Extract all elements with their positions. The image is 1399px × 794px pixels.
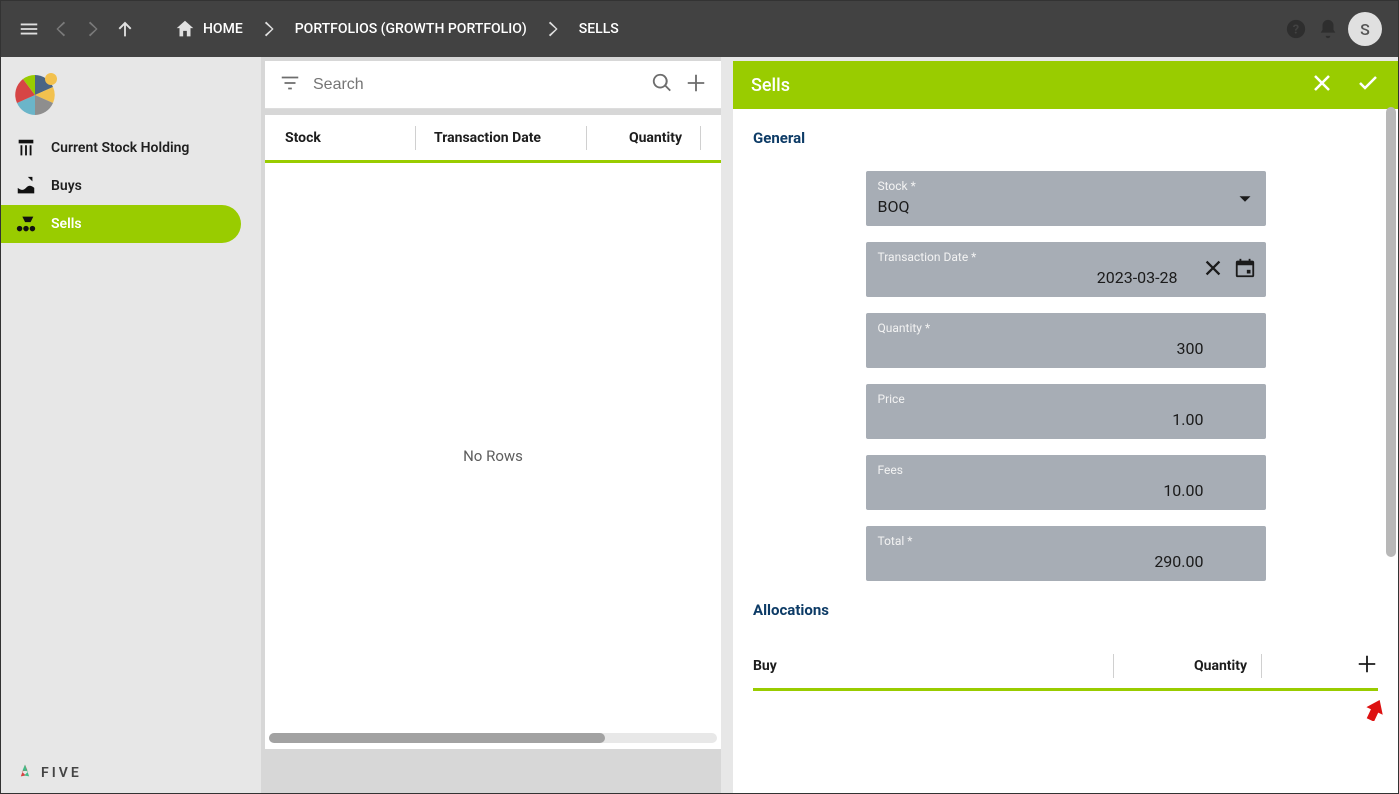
holding-icon bbox=[15, 137, 37, 159]
list-header: Stock Transaction Date Quantity bbox=[265, 115, 721, 163]
breadcrumb-sells[interactable]: SELLS bbox=[573, 21, 625, 37]
sidebar-item-buys[interactable]: Buys bbox=[1, 167, 261, 205]
detail-title: Sells bbox=[751, 75, 790, 96]
allocations-header: Buy Quantity bbox=[753, 643, 1378, 691]
section-allocations: Allocations bbox=[753, 601, 1378, 619]
sidebar-item-current-stock[interactable]: Current Stock Holding bbox=[1, 129, 261, 167]
bell-icon[interactable] bbox=[1316, 17, 1340, 41]
home-icon bbox=[173, 17, 197, 41]
calendar-icon[interactable] bbox=[1234, 257, 1256, 283]
add-icon[interactable] bbox=[685, 72, 707, 98]
field-total[interactable]: Total * 290.00 bbox=[866, 526, 1266, 581]
clear-date-icon[interactable] bbox=[1202, 257, 1224, 283]
avatar[interactable]: S bbox=[1348, 12, 1382, 46]
list-footer bbox=[265, 749, 721, 793]
breadcrumb-home[interactable]: HOME bbox=[167, 17, 249, 41]
detail-header: Sells bbox=[733, 61, 1398, 109]
field-quantity[interactable]: Quantity * 300 bbox=[866, 313, 1266, 368]
chevron-right-icon bbox=[257, 17, 281, 41]
search-bar bbox=[265, 61, 721, 109]
col-stock[interactable]: Stock bbox=[285, 130, 415, 146]
up-icon[interactable] bbox=[113, 17, 137, 41]
empty-text: No Rows bbox=[463, 447, 523, 465]
sidebar: Current Stock Holding Buys Sells FIVE bbox=[1, 57, 261, 793]
app-logo bbox=[1, 65, 261, 129]
field-stock[interactable]: Stock * BOQ bbox=[866, 171, 1266, 226]
alloc-col-qty[interactable]: Quantity bbox=[1194, 658, 1247, 674]
sidebar-item-sells[interactable]: Sells bbox=[1, 205, 241, 243]
chevron-right-icon bbox=[541, 17, 565, 41]
sidebar-item-label: Sells bbox=[51, 216, 82, 232]
sells-icon bbox=[15, 213, 37, 235]
breadcrumb-portfolios[interactable]: PORTFOLIOS (GROWTH PORTFOLIO) bbox=[289, 21, 533, 37]
menu-icon[interactable] bbox=[17, 17, 41, 41]
top-toolbar: HOME PORTFOLIOS (GROWTH PORTFOLIO) SELLS… bbox=[1, 1, 1398, 57]
brand-footer: FIVE bbox=[1, 753, 261, 793]
col-qty[interactable]: Quantity bbox=[629, 130, 682, 146]
help-icon[interactable]: ? bbox=[1284, 17, 1308, 41]
save-button[interactable] bbox=[1356, 71, 1380, 100]
alloc-col-buy[interactable]: Buy bbox=[753, 658, 1113, 674]
filter-icon[interactable] bbox=[279, 72, 301, 98]
list-pane: Stock Transaction Date Quantity No Rows bbox=[261, 57, 721, 793]
svg-text:?: ? bbox=[1293, 23, 1299, 38]
forward-icon[interactable] bbox=[81, 17, 105, 41]
horizontal-scrollbar[interactable] bbox=[269, 733, 717, 743]
field-date[interactable]: Transaction Date * 2023-03-28 bbox=[866, 242, 1266, 297]
annotation-arrow bbox=[1366, 699, 1384, 725]
detail-pane: Sells General Stock * BOQ Transaction Da… bbox=[733, 61, 1398, 793]
col-date[interactable]: Transaction Date bbox=[416, 130, 586, 146]
close-button[interactable] bbox=[1310, 71, 1334, 100]
back-icon[interactable] bbox=[49, 17, 73, 41]
sidebar-item-label: Buys bbox=[51, 178, 82, 194]
section-general: General bbox=[753, 129, 1378, 147]
search-input[interactable] bbox=[313, 76, 639, 94]
search-icon[interactable] bbox=[651, 72, 673, 98]
chevron-down-icon[interactable] bbox=[1234, 188, 1256, 210]
add-allocation-button[interactable] bbox=[1356, 653, 1378, 679]
buys-icon bbox=[15, 175, 37, 197]
list-body: No Rows bbox=[265, 163, 721, 749]
field-price[interactable]: Price 1.00 bbox=[866, 384, 1266, 439]
sidebar-item-label: Current Stock Holding bbox=[51, 140, 189, 156]
field-fees[interactable]: Fees 10.00 bbox=[866, 455, 1266, 510]
